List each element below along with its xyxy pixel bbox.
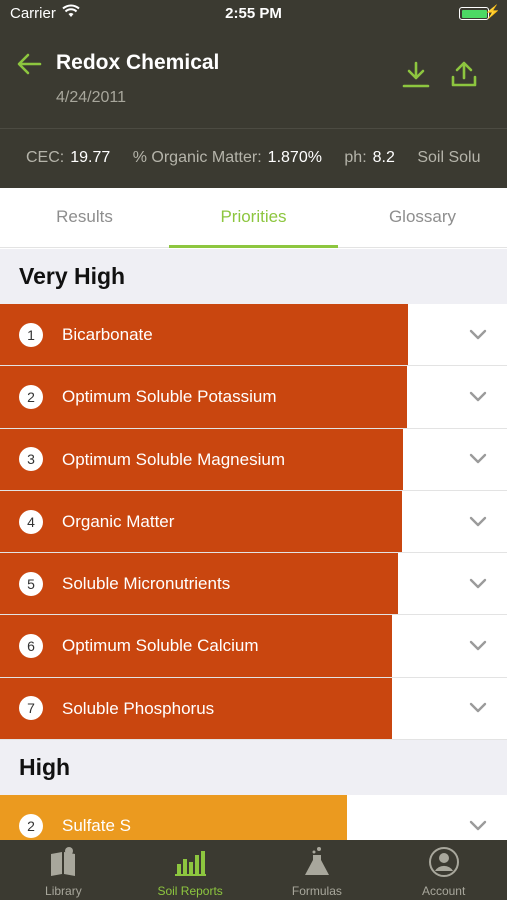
segment-tabs: Results Priorities Glossary [0,188,507,248]
metric-label: Soil Solu [417,149,481,166]
nav-label: Soil Reports [157,884,223,898]
download-icon[interactable] [402,60,430,88]
priority-level-bar [0,490,402,553]
nav-label: Library [45,884,82,898]
status-bar: Carrier 2:55 PM ⚡ [0,0,507,28]
report-title: Redox Chemical [56,51,220,74]
metric-label: ph: [344,149,367,166]
chevron-down-icon[interactable] [469,516,487,528]
chevron-down-icon[interactable] [469,453,487,465]
priority-label: Soluble Phosphorus [62,698,215,718]
rank-badge: 6 [19,634,43,659]
priority-label: Optimum Soluble Potassium [62,387,277,407]
priority-level-bar [0,795,347,840]
rank-badge: 4 [19,509,43,534]
priority-label: Bicarbonate [62,325,153,344]
metric-label: CEC: [26,149,65,166]
book-icon [51,847,76,876]
metric-cec: CEC: 19.77 [26,129,110,187]
rank-badge: 1 [19,322,43,347]
tab-priorities[interactable]: Priorities [169,188,338,248]
metric-value: 1.870% [267,149,322,166]
bar-chart-icon [175,851,207,876]
upload-share-icon[interactable] [450,60,478,88]
priority-label: Soluble Micronutrients [62,574,231,594]
tab-results[interactable]: Results [0,188,169,247]
priority-row[interactable]: 7 Soluble Phosphorus [0,677,507,741]
section-header-very-high: Very High [0,249,507,304]
charging-bolt-icon: ⚡ [484,4,501,19]
priority-row[interactable]: 5 Soluble Micronutrients [0,553,507,616]
section-header-high: High [0,740,507,796]
metric-label: % Organic Matter: [132,149,262,166]
status-time: 2:55 PM [225,5,282,22]
rank-badge: 5 [19,571,43,596]
priority-row[interactable]: 6 Optimum Soluble Calcium [0,615,507,678]
priority-row[interactable]: 3 Optimum Soluble Magnesium [0,428,507,491]
priority-label: Optimum Soluble Calcium [62,636,259,656]
metric-organic-matter: % Organic Matter: 1.870% [133,129,322,187]
nav-soil-reports[interactable]: Soil Reports [127,840,254,900]
app-screen: Carrier 2:55 PM ⚡ Redox Chemical 4/24/20… [0,0,507,900]
chevron-down-icon[interactable] [469,329,487,341]
nav-formulas[interactable]: Formulas [254,840,381,900]
metric-value: 19.77 [70,149,111,166]
chevron-down-icon[interactable] [469,820,487,832]
tab-glossary[interactable]: Glossary [338,188,507,247]
priority-row[interactable]: 2 Sulfate S [0,795,507,840]
header-bar: Carrier 2:55 PM ⚡ Redox Chemical 4/24/20… [0,0,507,128]
priority-row[interactable]: 1 Bicarbonate [0,304,507,367]
metric-soil-solubility: Soil Solu [417,129,480,187]
nav-label: Formulas [291,884,342,898]
chevron-down-icon[interactable] [469,640,487,652]
nav-library[interactable]: Library [0,840,127,900]
bottom-tab-bar: Library Soil Reports Formulas Account [0,840,507,900]
priority-row[interactable]: 4 Organic Matter [0,490,507,554]
priority-label: Sulfate S [62,816,131,836]
chevron-down-icon[interactable] [469,578,487,590]
priorities-list[interactable]: Very High 1 Bicarbonate 2 Optimum Soluble Po… [0,249,507,840]
back-arrow-icon[interactable] [16,52,42,76]
metrics-strip[interactable]: CEC: 19.77 % Organic Matter: 1.870% ph: 8.2… [0,128,507,188]
account-icon [428,847,459,877]
metric-ph: ph: 8.2 [344,129,395,187]
priority-row[interactable]: 2 Optimum Soluble Potassium [0,366,507,429]
chevron-down-icon[interactable] [469,391,487,403]
metric-value: 8.2 [372,149,395,166]
priority-label: Optimum Soluble Magnesium [62,449,285,469]
flask-icon [304,847,329,875]
chevron-down-icon[interactable] [469,702,487,714]
rank-badge: 2 [19,384,43,409]
nav-account[interactable]: Account [380,840,507,900]
priority-label: Organic Matter [62,511,175,531]
report-date: 4/24/2011 [56,89,126,106]
nav-label: Account [421,884,466,898]
rank-badge: 2 [19,813,43,838]
